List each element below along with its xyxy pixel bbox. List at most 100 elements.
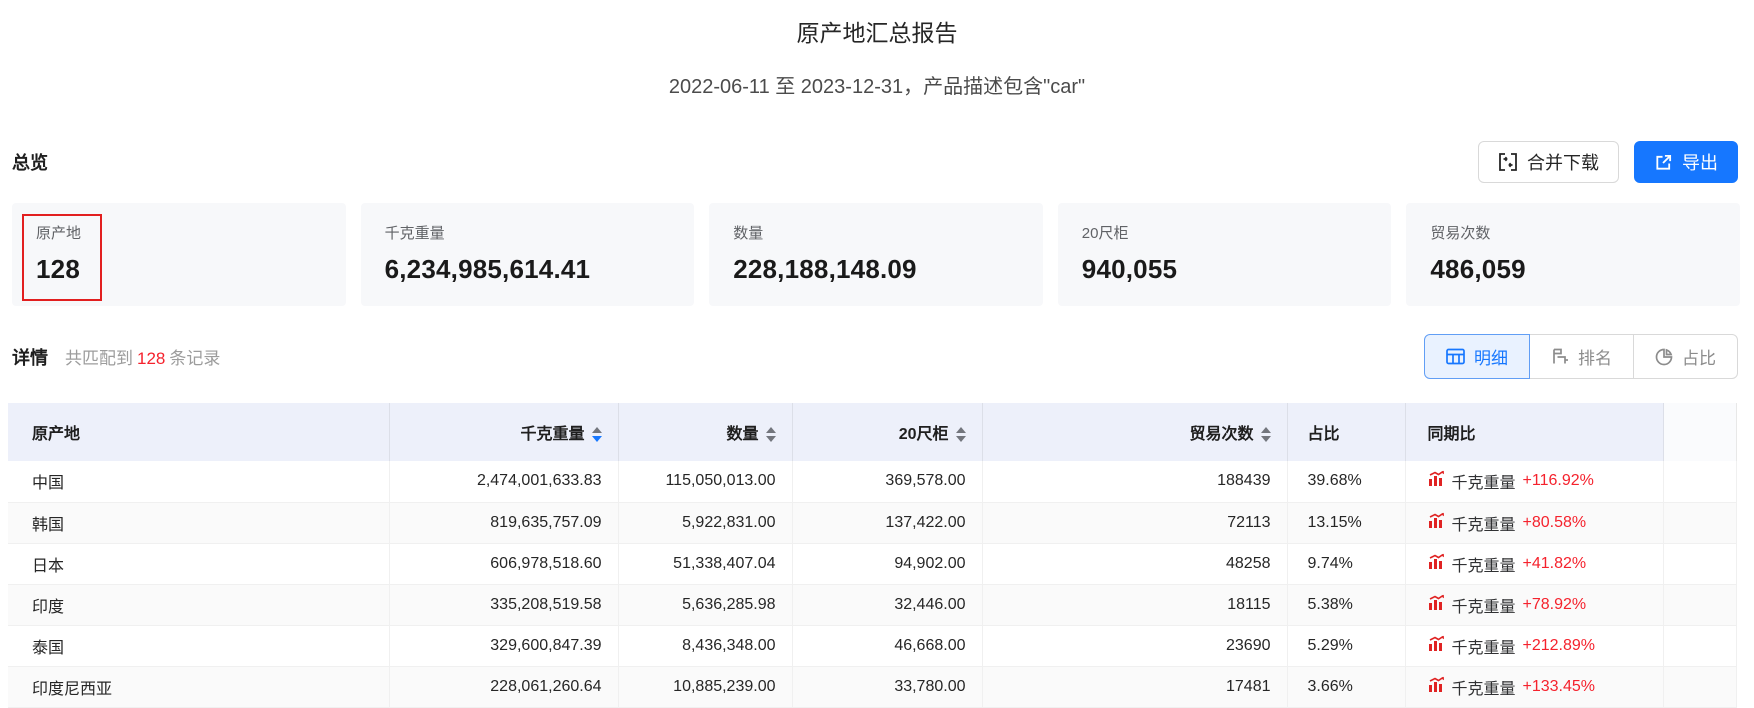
cell-teu: 46,668.00 <box>792 625 983 667</box>
stat-card: 数量 228,188,148.09 <box>709 203 1043 306</box>
rising-chart-icon <box>1428 470 1445 492</box>
stat-card: 贸易次数 486,059 <box>1406 203 1740 306</box>
yoy-indicator: 千克重量 +116.92% <box>1428 469 1594 493</box>
cell-quantity: 5,636,285.98 <box>618 584 793 626</box>
yoy-indicator: 千克重量 +41.82% <box>1428 552 1586 576</box>
sort-carets-icon[interactable] <box>591 427 602 443</box>
cell-share: 9.74% <box>1287 543 1406 585</box>
yoy-percent: +116.92% <box>1522 472 1594 490</box>
merge-download-button[interactable]: 合并下载 <box>1478 141 1619 183</box>
cell-origin: 印度尼西亚 <box>8 666 390 708</box>
stat-card-label: 千克重量 <box>384 225 445 242</box>
cell-share: 5.38% <box>1287 584 1406 626</box>
page-subtitle: 2022-06-11 至 2023-12-31，产品描述包含"car" <box>668 76 1086 98</box>
tab-share[interactable]: 占比 <box>1633 334 1738 379</box>
cell-weight: 329,600,847.39 <box>389 625 619 667</box>
yoy-indicator: 千克重量 +78.92% <box>1428 593 1587 617</box>
stat-card: 千克重量 6,234,985,614.41 <box>360 203 695 306</box>
page-title: 原产地汇总报告 <box>796 20 958 46</box>
export-icon <box>1654 153 1673 172</box>
cell-quantity: 10,885,239.00 <box>618 666 793 708</box>
yoy-metric-label: 千克重量 <box>1451 639 1516 657</box>
cell-filler <box>1663 584 1737 626</box>
col-header-origin: 原产地 <box>8 403 390 461</box>
yoy-metric-label: 千克重量 <box>1451 475 1516 493</box>
cell-quantity: 51,338,407.04 <box>618 543 793 585</box>
cell-filler <box>1663 625 1737 667</box>
stat-card-label: 20尺柜 <box>1081 225 1129 242</box>
cell-yoy: 千克重量 +212.89% <box>1405 625 1664 667</box>
match-suffix: 条记录 <box>169 348 221 368</box>
col-header-trades[interactable]: 贸易次数 <box>982 403 1288 461</box>
cell-weight: 228,061,260.64 <box>389 666 619 708</box>
tab-label: 占比 <box>1682 349 1716 368</box>
pie-icon <box>1655 348 1673 366</box>
cell-filler <box>1663 543 1737 585</box>
rising-chart-icon <box>1428 512 1445 534</box>
col-header-quantity[interactable]: 数量 <box>618 403 793 461</box>
table-row: 韩国 819,635,757.09 5,922,831.00 137,422.0… <box>8 502 1737 544</box>
cell-teu: 137,422.00 <box>792 502 983 544</box>
sort-carets-icon[interactable] <box>765 427 776 443</box>
col-header-filler <box>1663 403 1737 461</box>
cell-share: 39.68% <box>1287 461 1406 503</box>
yoy-percent: +78.92% <box>1522 595 1587 613</box>
cell-origin: 泰国 <box>8 625 390 667</box>
cell-origin: 中国 <box>8 461 390 503</box>
col-header-label: 千克重量 <box>520 426 585 443</box>
table-body: 中国 2,474,001,633.83 115,050,013.00 369,5… <box>8 461 1737 708</box>
stat-card-label: 贸易次数 <box>1430 225 1491 242</box>
cell-trades: 18115 <box>982 584 1288 626</box>
col-header-teu[interactable]: 20尺柜 <box>792 403 983 461</box>
cell-filler <box>1663 666 1737 708</box>
cell-weight: 2,474,001,633.83 <box>389 461 619 503</box>
merge-cells-icon <box>1498 152 1518 172</box>
match-prefix: 共匹配到 <box>65 348 133 368</box>
table-row: 印度尼西亚 228,061,260.64 10,885,239.00 33,78… <box>8 666 1737 708</box>
col-header-share: 占比 <box>1287 403 1406 461</box>
yoy-percent: +133.45% <box>1522 677 1596 695</box>
stat-card-value: 940,055 <box>1081 254 1178 284</box>
sort-carets-icon[interactable] <box>955 427 966 443</box>
cell-yoy: 千克重量 +41.82% <box>1405 543 1664 585</box>
cell-yoy: 千克重量 +80.58% <box>1405 502 1664 544</box>
col-header-label: 同期比 <box>1427 426 1476 443</box>
yoy-indicator: 千克重量 +80.58% <box>1428 511 1586 535</box>
table-row: 印度 335,208,519.58 5,636,285.98 32,446.00… <box>8 584 1737 626</box>
stat-card: 原产地 128 <box>12 203 346 306</box>
cell-weight: 606,978,518.60 <box>389 543 619 585</box>
overview-section-header: 总览 合并下载 导出 <box>12 141 1738 183</box>
tab-ranking[interactable]: 排名 <box>1529 334 1634 379</box>
col-header-label: 贸易次数 <box>1189 426 1254 443</box>
cell-trades: 23690 <box>982 625 1288 667</box>
table-icon <box>1446 348 1465 365</box>
export-button[interactable]: 导出 <box>1634 141 1738 183</box>
cell-yoy: 千克重量 +116.92% <box>1405 461 1664 503</box>
stat-card: 20尺柜 940,055 <box>1057 203 1392 306</box>
stat-card-value: 6,234,985,614.41 <box>384 254 591 284</box>
tab-label: 排名 <box>1578 349 1612 368</box>
yoy-metric-label: 千克重量 <box>1451 516 1516 534</box>
yoy-percent: +212.89% <box>1522 636 1596 654</box>
overview-cards: 原产地 128 千克重量 6,234,985,614.41 数量 228,188… <box>12 203 1740 306</box>
cell-quantity: 8,436,348.00 <box>618 625 793 667</box>
table-row: 日本 606,978,518.60 51,338,407.04 94,902.0… <box>8 543 1737 585</box>
sort-carets-icon[interactable] <box>1260 427 1271 443</box>
cell-origin: 印度 <box>8 584 390 626</box>
col-header-label: 原产地 <box>32 426 81 443</box>
col-header-yoy: 同期比 <box>1405 403 1664 461</box>
cell-trades: 17481 <box>982 666 1288 708</box>
cell-trades: 188439 <box>982 461 1288 503</box>
origin-report-table: 原产地 千克重量 数量 20尺柜 贸易次数 占比 同期比 中国 2,474,001,633.… <box>8 403 1737 708</box>
rising-chart-icon <box>1428 635 1445 657</box>
cell-yoy: 千克重量 +78.92% <box>1405 584 1664 626</box>
report-page: 原产地汇总报告 2022-06-11 至 2023-12-31，产品描述包含"c… <box>0 0 1754 708</box>
merge-download-label: 合并下载 <box>1527 153 1599 173</box>
detail-section-header: 详情 共匹配到 128 条记录 明细 排名 占比 <box>12 334 1738 379</box>
table-row: 泰国 329,600,847.39 8,436,348.00 46,668.00… <box>8 625 1737 667</box>
stat-card-label: 数量 <box>733 225 764 242</box>
tab-detail[interactable]: 明细 <box>1424 334 1530 379</box>
cell-filler <box>1663 502 1737 544</box>
col-header-weight[interactable]: 千克重量 <box>389 403 619 461</box>
export-label: 导出 <box>1682 153 1718 173</box>
